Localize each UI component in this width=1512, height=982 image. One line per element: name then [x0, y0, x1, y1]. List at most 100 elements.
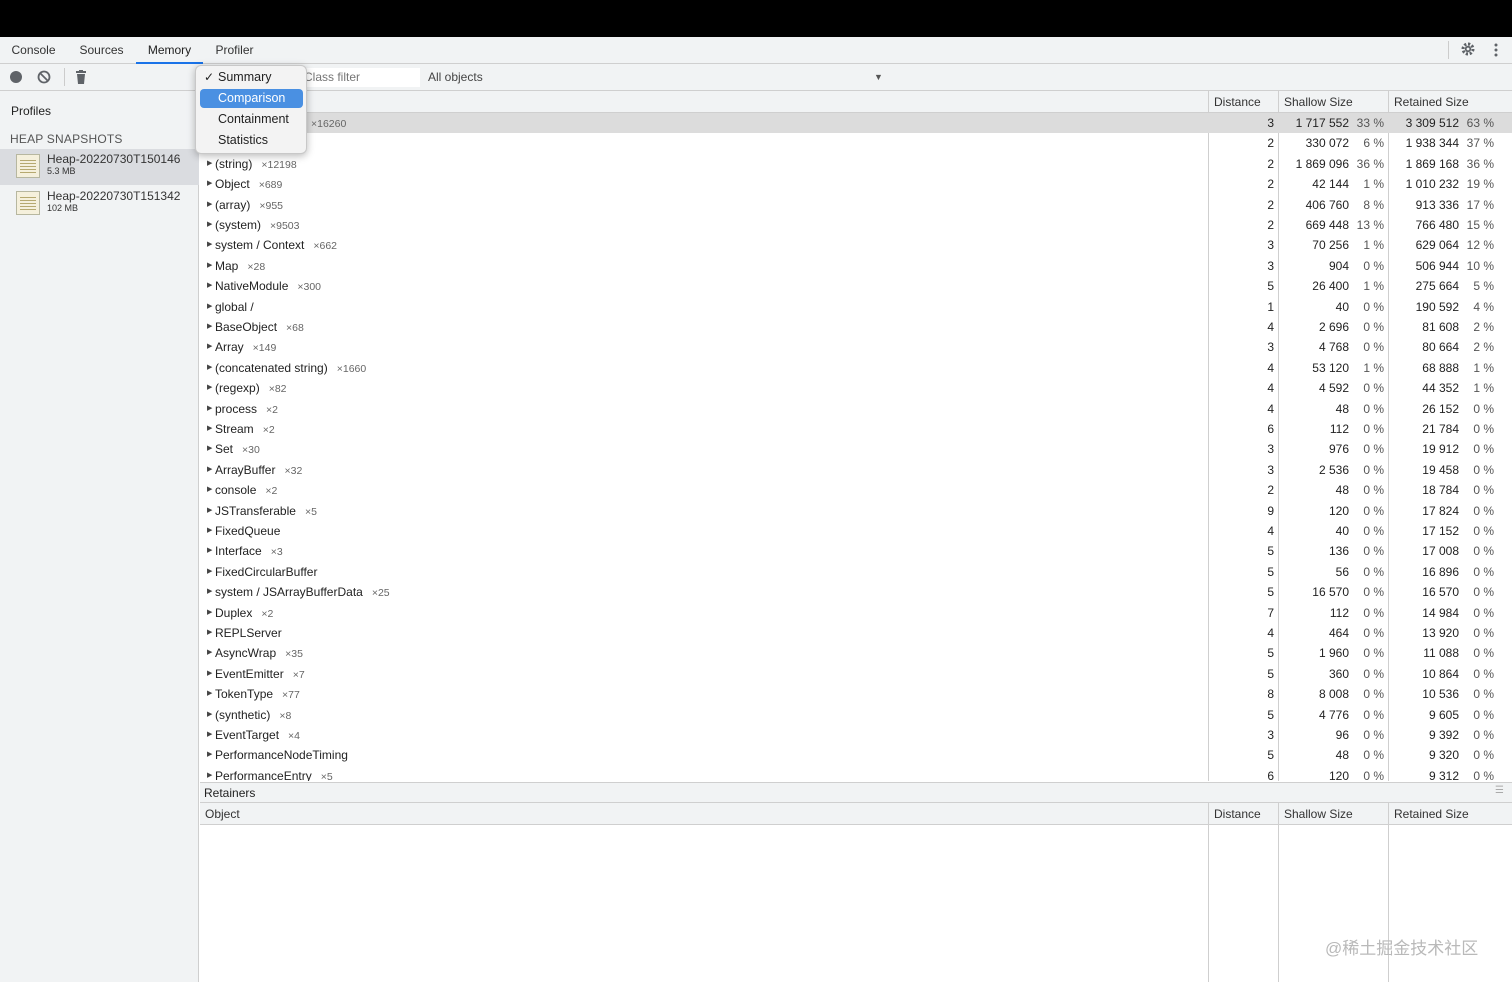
retained-size-column-header[interactable]: Retained Size	[1388, 91, 1512, 113]
record-icon[interactable]	[9, 70, 23, 84]
resize-grip-icon[interactable]: ☰	[1495, 785, 1504, 796]
expand-triangle-icon[interactable]: ▶	[207, 337, 212, 357]
table-row[interactable]: ▶ TokenType ×77 8 8 008 0 % 10 536 0 %	[200, 684, 1512, 704]
table-row[interactable]: ▶ (string) ×12198 2 1 869 096 36 % 1 869 168 36…	[200, 154, 1512, 174]
table-row[interactable]: ▶ global / 1 40 0 % 190 592 4 %	[200, 297, 1512, 317]
table-row[interactable]: ▶ Stream ×2 6 112 0 % 21 784 0 %	[200, 419, 1512, 439]
table-row[interactable]: ▶ (array) ×955 2 406 760 8 % 913 336 17 %	[200, 195, 1512, 215]
object-column-header[interactable]: Object	[200, 803, 1208, 825]
table-row[interactable]: ▶ ArrayBuffer ×32 3 2 536 0 % 19 458 0 %	[200, 460, 1512, 480]
shallow-size-column-header[interactable]: Shallow Size	[1278, 91, 1388, 113]
expand-triangle-icon[interactable]: ▶	[207, 195, 212, 215]
expand-triangle-icon[interactable]: ▶	[207, 154, 212, 174]
shallow-size-column-header[interactable]: Shallow Size	[1278, 803, 1388, 825]
more-options-icon[interactable]	[1487, 41, 1505, 59]
menu-item-summary[interactable]: ✓ Summary	[200, 68, 303, 87]
table-row[interactable]: ▶ Interface ×3 5 136 0 % 17 008 0 %	[200, 541, 1512, 561]
table-row[interactable]: ▶ REPLServer 4 464 0 % 13 920 0 %	[200, 623, 1512, 643]
expand-triangle-icon[interactable]: ▶	[207, 297, 212, 317]
expand-triangle-icon[interactable]: ▶	[207, 745, 212, 765]
column-divider	[1278, 825, 1279, 982]
shallow-size-cell: 406 760	[1305, 197, 1349, 212]
expand-triangle-icon[interactable]: ▶	[207, 705, 212, 725]
tab-sources[interactable]: Sources	[67, 37, 136, 64]
table-row[interactable]: ▶ JSTransferable ×5 9 120 0 % 17 824 0 %	[200, 501, 1512, 521]
menu-item-statistics[interactable]: Statistics	[200, 131, 303, 150]
retained-percent-cell: 63 %	[1466, 116, 1494, 130]
table-row[interactable]: ▶ FixedQueue 4 40 0 % 17 152 0 %	[200, 521, 1512, 541]
object-scope-select[interactable]: All objects ▼	[428, 68, 888, 87]
expand-triangle-icon[interactable]: ▶	[207, 521, 212, 541]
table-row[interactable]: ▶ process ×2 4 48 0 % 26 152 0 %	[200, 399, 1512, 419]
expand-triangle-icon[interactable]: ▶	[207, 399, 212, 419]
expand-triangle-icon[interactable]: ▶	[207, 501, 212, 521]
retained-percent-cell: 0 %	[1473, 401, 1494, 416]
table-row[interactable]: ▶ Set ×30 3 976 0 % 19 912 0 %	[200, 439, 1512, 459]
tab-console[interactable]: Console	[0, 37, 67, 64]
shallow-size-cell: 136	[1328, 544, 1349, 559]
tab-profiler[interactable]: Profiler	[203, 37, 266, 64]
table-row[interactable]: ▶ (concatenated string) ×1660 4 53 120 1 % 68 …	[200, 358, 1512, 378]
table-row[interactable]: ▶ Map ×28 3 904 0 % 506 944 10 %	[200, 256, 1512, 276]
expand-triangle-icon[interactable]: ▶	[207, 766, 212, 781]
menu-item-comparison[interactable]: Comparison	[200, 89, 303, 108]
table-row[interactable]: ▶ system / Context ×662 3 70 256 1 % 629 064 12…	[200, 235, 1512, 255]
expand-triangle-icon[interactable]: ▶	[207, 582, 212, 602]
expand-triangle-icon[interactable]: ▶	[207, 378, 212, 398]
table-row[interactable]: ▶ (synthetic) ×8 5 4 776 0 % 9 605 0 %	[200, 705, 1512, 725]
expand-triangle-icon[interactable]: ▶	[207, 643, 212, 663]
retained-size-column-header[interactable]: Retained Size	[1388, 803, 1512, 825]
table-row[interactable]: ▶ system / JSArrayBufferData ×25 5 16 570 0 %…	[200, 582, 1512, 602]
expand-triangle-icon[interactable]: ▶	[207, 358, 212, 378]
constructor-cell: PerformanceEntry ×5	[215, 766, 333, 781]
expand-triangle-icon[interactable]: ▶	[207, 317, 212, 337]
table-row[interactable]: ▶ EventEmitter ×7 5 360 0 % 10 864 0 %	[200, 664, 1512, 684]
collect-garbage-icon[interactable]	[74, 70, 88, 84]
expand-triangle-icon[interactable]: ▶	[207, 439, 212, 459]
table-row[interactable]: ▶ Duplex ×2 7 112 0 % 14 984 0 %	[200, 603, 1512, 623]
distance-column-header[interactable]: Distance	[1208, 91, 1278, 113]
table-row[interactable]: ▶ console ×2 2 48 0 % 18 784 0 %	[200, 480, 1512, 500]
constructor-name: FixedCircularBuffer	[215, 564, 318, 579]
expand-triangle-icon[interactable]: ▶	[207, 235, 212, 255]
clear-all-icon[interactable]	[37, 70, 51, 84]
expand-triangle-icon[interactable]: ▶	[207, 664, 212, 684]
expand-triangle-icon[interactable]: ▶	[207, 276, 212, 296]
expand-triangle-icon[interactable]: ▶	[207, 684, 212, 704]
constructor-cell: (system) ×9503	[215, 215, 300, 236]
table-row[interactable]: ▶ Object ×689 2 42 144 1 % 1 010 232 19 %	[200, 174, 1512, 194]
constructor-column-header[interactable]	[200, 91, 1208, 113]
snapshot-item[interactable]: Heap-20220730T150146 5.3 MB	[0, 149, 199, 185]
expand-triangle-icon[interactable]: ▶	[207, 256, 212, 276]
table-row[interactable]: ▶ PerformanceEntry ×5 6 120 0 % 9 312 0 %	[200, 766, 1512, 781]
menu-item-containment[interactable]: Containment	[200, 110, 303, 129]
table-row[interactable]: ▶ Array ×149 3 4 768 0 % 80 664 2 %	[200, 337, 1512, 357]
table-row[interactable]: 2 330 072 6 % 1 938 344 37 %	[200, 133, 1512, 153]
expand-triangle-icon[interactable]: ▶	[207, 419, 212, 439]
table-row[interactable]: ▶ NativeModule ×300 5 26 400 1 % 275 664 5 %	[200, 276, 1512, 296]
retainers-pane-header[interactable]: Retainers ☰	[200, 782, 1512, 803]
table-row[interactable]: ▶ AsyncWrap ×35 5 1 960 0 % 11 088 0 %	[200, 643, 1512, 663]
expand-triangle-icon[interactable]: ▶	[207, 174, 212, 194]
tab-memory[interactable]: Memory	[136, 37, 203, 64]
class-filter-input[interactable]	[302, 68, 420, 87]
expand-triangle-icon[interactable]: ▶	[207, 541, 212, 561]
expand-triangle-icon[interactable]: ▶	[207, 623, 212, 643]
table-row[interactable]: ▶ FixedCircularBuffer 5 56 0 % 16 896 0 %	[200, 562, 1512, 582]
table-row[interactable]: ▶ PerformanceNodeTiming 5 48 0 % 9 320 0 %	[200, 745, 1512, 765]
table-row[interactable]: ▶ EventTarget ×4 3 96 0 % 9 392 0 %	[200, 725, 1512, 745]
expand-triangle-icon[interactable]: ▶	[207, 480, 212, 500]
table-row[interactable]: ▶ (regexp) ×82 4 4 592 0 % 44 352 1 %	[200, 378, 1512, 398]
snapshot-item[interactable]: Heap-20220730T151342 102 MB	[0, 186, 199, 222]
instance-count: ×35	[285, 648, 303, 661]
expand-triangle-icon[interactable]: ▶	[207, 215, 212, 235]
table-row[interactable]: ×16260 3 1 717 552 33 % 3 309 512 63 %	[200, 113, 1512, 134]
distance-column-header[interactable]: Distance	[1208, 803, 1278, 825]
expand-triangle-icon[interactable]: ▶	[207, 562, 212, 582]
settings-gear-icon[interactable]	[1459, 41, 1477, 59]
expand-triangle-icon[interactable]: ▶	[207, 725, 212, 745]
expand-triangle-icon[interactable]: ▶	[207, 460, 212, 480]
table-row[interactable]: ▶ BaseObject ×68 4 2 696 0 % 81 608 2 %	[200, 317, 1512, 337]
table-row[interactable]: ▶ (system) ×9503 2 669 448 13 % 766 480 15 %	[200, 215, 1512, 235]
expand-triangle-icon[interactable]: ▶	[207, 603, 212, 623]
